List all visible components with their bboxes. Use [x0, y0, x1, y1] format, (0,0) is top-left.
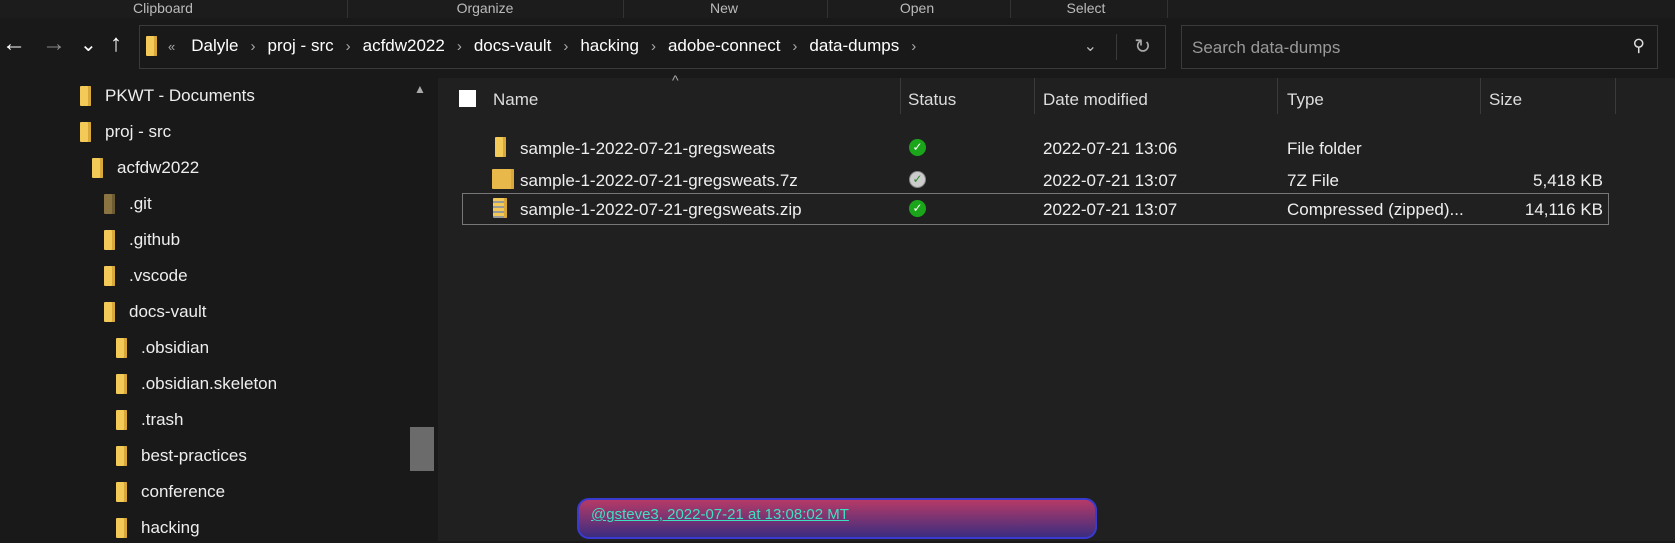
folder-icon [116, 482, 127, 502]
folder-icon [116, 338, 127, 358]
folder-icon [116, 518, 127, 538]
timestamp-overlay: @gsteve3, 2022-07-21 at 13:08:02 MT [577, 498, 1097, 539]
crumb-dalyle[interactable]: Dalyle [191, 36, 238, 56]
search-input[interactable]: Search data-dumps [1192, 38, 1340, 58]
tree-item[interactable]: PKWT - Documents [80, 81, 255, 111]
folder-icon [104, 194, 115, 214]
column-header-status[interactable]: Status [908, 90, 956, 110]
folder-icon [116, 374, 127, 394]
tree-item[interactable]: best-practices [116, 441, 247, 471]
column-header-size[interactable]: Size [1489, 90, 1522, 110]
overflow-crumbs[interactable]: « [168, 39, 175, 54]
file-list: ^ Name Status Date modified Type Size sa… [438, 72, 1675, 541]
chevron-right-icon[interactable]: › [346, 38, 351, 55]
file-row[interactable]: sample-1-2022-07-21-gregsweats ✓ 2022-07… [462, 133, 1609, 163]
address-dropdown-icon[interactable]: ⌄ [1084, 36, 1097, 56]
tree-item[interactable]: .github [104, 225, 180, 255]
tree-item[interactable]: .vscode [104, 261, 188, 291]
navigation-pane: ▲ PKWT - Documents proj - src acfdw2022 … [0, 78, 438, 541]
ribbon-clipboard: Clipboard [133, 0, 193, 16]
crumb-acfdw2022[interactable]: acfdw2022 [363, 36, 445, 56]
zip-archive-icon [493, 198, 507, 218]
tree-item[interactable]: proj - src [80, 117, 171, 147]
chevron-right-icon[interactable]: › [792, 38, 797, 55]
folder-icon [116, 410, 127, 430]
up-button[interactable]: ↑ [110, 30, 122, 58]
ribbon-select: Select [1066, 0, 1106, 16]
available-status-icon: ✓ [909, 171, 926, 188]
recent-locations-button[interactable]: ⌄ [80, 32, 97, 57]
tree-item[interactable]: .obsidian.skeleton [116, 369, 277, 399]
file-row[interactable]: sample-1-2022-07-21-gregsweats.7z ✓ 2022… [462, 165, 1609, 195]
folder-icon [104, 266, 115, 286]
folder-icon [146, 36, 157, 56]
folder-icon [92, 158, 103, 178]
file-row-selected[interactable]: sample-1-2022-07-21-gregsweats.zip ✓ 202… [462, 193, 1609, 225]
folder-icon [116, 446, 127, 466]
back-button[interactable]: ← [2, 30, 26, 58]
crumb-hacking[interactable]: hacking [580, 36, 639, 56]
tree-item[interactable]: hacking [116, 513, 200, 543]
column-header-name[interactable]: Name [493, 90, 538, 110]
column-header-date[interactable]: Date modified [1043, 90, 1148, 110]
folder-icon [495, 137, 506, 157]
search-box[interactable]: Search data-dumps ⚲ [1181, 25, 1658, 69]
chevron-right-icon[interactable]: › [563, 38, 568, 55]
archive-7z-icon [492, 169, 514, 189]
search-icon: ⚲ [1632, 36, 1645, 55]
folder-icon [104, 302, 115, 322]
tree-item[interactable]: .trash [116, 405, 184, 435]
crumb-proj-src[interactable]: proj - src [267, 36, 333, 56]
folder-icon [80, 122, 91, 142]
crumb-adobe-connect[interactable]: adobe-connect [668, 36, 780, 56]
chevron-right-icon[interactable]: › [457, 38, 462, 55]
sidebar-scrollbar-thumb[interactable] [410, 427, 434, 471]
tree-item[interactable]: .git [104, 189, 152, 219]
sync-status-icon: ✓ [909, 139, 926, 156]
crumb-docs-vault[interactable]: docs-vault [474, 36, 551, 56]
timestamp-link[interactable]: @gsteve3, 2022-07-21 at 13:08:02 MT [591, 506, 849, 523]
chevron-right-icon[interactable]: › [651, 38, 656, 55]
ribbon-organize: Organize [456, 0, 514, 16]
forward-button[interactable]: → [42, 30, 66, 58]
breadcrumb: « Dalyle › proj - src › acfdw2022 › docs-va… [168, 36, 916, 56]
sync-status-icon: ✓ [909, 200, 926, 217]
sort-ascending-icon: ^ [672, 72, 679, 88]
tree-item[interactable]: docs-vault [104, 297, 206, 327]
tree-item[interactable]: .obsidian [116, 333, 209, 363]
tree-item[interactable]: acfdw2022 [92, 153, 199, 183]
select-all-checkbox[interactable] [459, 90, 476, 107]
chevron-right-icon[interactable]: › [250, 38, 255, 55]
ribbon-group-labels: Clipboard Organize New Open Select [0, 0, 1675, 18]
chevron-right-icon[interactable]: › [911, 38, 916, 55]
refresh-icon[interactable]: ↻ [1134, 34, 1151, 59]
ribbon-open: Open [899, 0, 935, 16]
folder-icon [80, 86, 91, 106]
crumb-data-dumps[interactable]: data-dumps [809, 36, 899, 56]
folder-icon [104, 230, 115, 250]
tree-item[interactable]: conference [116, 477, 225, 507]
scroll-up-icon[interactable]: ▲ [414, 82, 426, 96]
ribbon-new: New [709, 0, 739, 16]
column-header-type[interactable]: Type [1287, 90, 1324, 110]
